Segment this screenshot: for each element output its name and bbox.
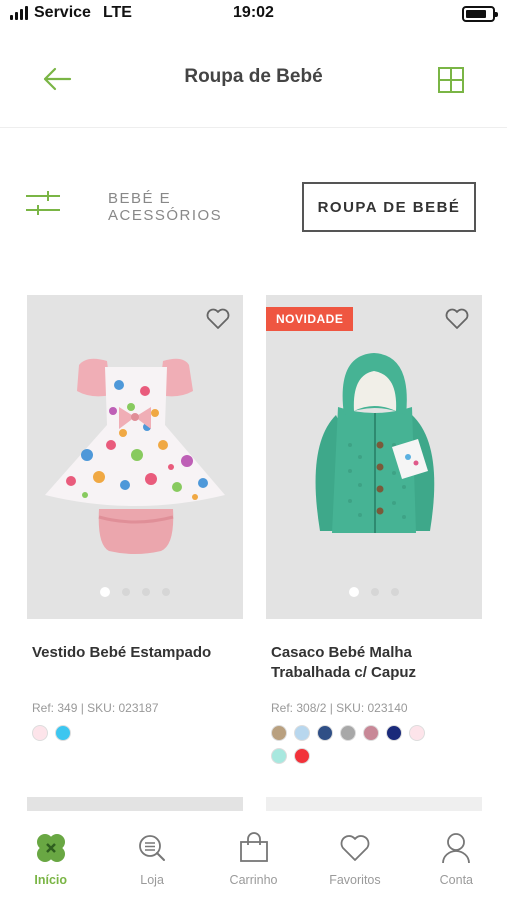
nav-item-carrinho[interactable]: Carrinho	[203, 811, 304, 900]
jacket-illustration	[315, 353, 435, 533]
tab-roupa-de-bebe[interactable]: ROUPA DE BEBÉ	[302, 182, 476, 232]
color-swatch[interactable]	[271, 748, 287, 764]
bottom-navigation: Início Loja Carrinho Favoritos Conta	[0, 811, 507, 900]
search-list-icon	[135, 831, 169, 865]
new-badge: NOVIDADE	[266, 307, 354, 331]
nav-item-loja[interactable]: Loja	[101, 811, 202, 900]
color-swatch[interactable]	[363, 725, 379, 741]
filter-button[interactable]	[24, 188, 62, 218]
color-swatch[interactable]	[294, 725, 310, 741]
carousel-dot[interactable]	[391, 588, 399, 596]
favorite-button[interactable]	[205, 307, 231, 331]
header: Roupa de Bebé	[0, 30, 507, 128]
favorite-button[interactable]	[444, 307, 470, 331]
nav-item-conta[interactable]: Conta	[406, 811, 507, 900]
color-swatch[interactable]	[32, 725, 48, 741]
product-image[interactable]: NOVIDADE	[266, 295, 482, 619]
grid-view-button[interactable]	[437, 66, 465, 94]
user-icon	[439, 831, 473, 865]
carousel-dot[interactable]	[142, 588, 150, 596]
nav-label: Início	[34, 873, 68, 887]
product-card-partial[interactable]	[266, 797, 482, 811]
status-time: 19:02	[233, 4, 274, 21]
product-name[interactable]: Vestido Bebé Estampado	[27, 643, 243, 687]
sliders-icon	[26, 191, 60, 215]
color-swatches	[27, 725, 197, 741]
carousel-dot[interactable]	[122, 588, 130, 596]
carousel-dot[interactable]	[162, 588, 170, 596]
image-carousel-dots[interactable]	[266, 587, 482, 597]
tab-bebe-e-acessorios[interactable]: BEBÉ E ACESSÓRIOS	[108, 182, 284, 232]
product-card[interactable]: NOVIDADE Casaco Bebé Malha Trabalhada c/…	[266, 295, 482, 764]
color-swatch[interactable]	[317, 725, 333, 741]
nav-label: Carrinho	[229, 873, 278, 887]
heart-icon	[206, 308, 230, 329]
color-swatch[interactable]	[386, 725, 402, 741]
page-title: Roupa de Bebé	[184, 66, 323, 87]
shopping-bag-icon	[237, 831, 271, 865]
product-name[interactable]: Casaco Bebé Malha Trabalhada c/ Capuz	[266, 643, 482, 687]
nav-label: Conta	[439, 873, 473, 887]
status-bar: Service LTE 19:02	[0, 0, 507, 30]
carousel-dot[interactable]	[100, 587, 110, 597]
category-filter-row: BEBÉ E ACESSÓRIOS ROUPA DE BEBÉ	[0, 178, 507, 234]
color-swatch[interactable]	[271, 725, 287, 741]
clover-icon	[34, 831, 68, 865]
carousel-dot[interactable]	[371, 588, 379, 596]
heart-icon	[445, 308, 469, 329]
color-swatch[interactable]	[55, 725, 71, 741]
product-card-partial[interactable]	[27, 797, 243, 811]
battery-icon	[462, 6, 498, 22]
product-card[interactable]: Vestido Bebé Estampado Ref: 349 | SKU: 0…	[27, 295, 243, 741]
product-ref: Ref: 308/2 | SKU: 023140	[271, 701, 408, 715]
product-ref: Ref: 349 | SKU: 023187	[32, 701, 159, 715]
nav-item-favoritos[interactable]: Favoritos	[304, 811, 405, 900]
color-swatch[interactable]	[340, 725, 356, 741]
color-swatches	[266, 725, 436, 764]
product-image[interactable]	[27, 295, 243, 619]
color-swatch[interactable]	[294, 748, 310, 764]
carousel-dot[interactable]	[349, 587, 359, 597]
grid-view-icon	[438, 67, 464, 93]
heart-icon	[338, 831, 372, 865]
nav-item-inicio[interactable]: Início	[0, 811, 101, 900]
dress-illustration	[45, 358, 225, 554]
image-carousel-dots[interactable]	[27, 587, 243, 597]
color-swatch[interactable]	[409, 725, 425, 741]
nav-label: Loja	[140, 873, 164, 887]
nav-label: Favoritos	[329, 873, 381, 887]
